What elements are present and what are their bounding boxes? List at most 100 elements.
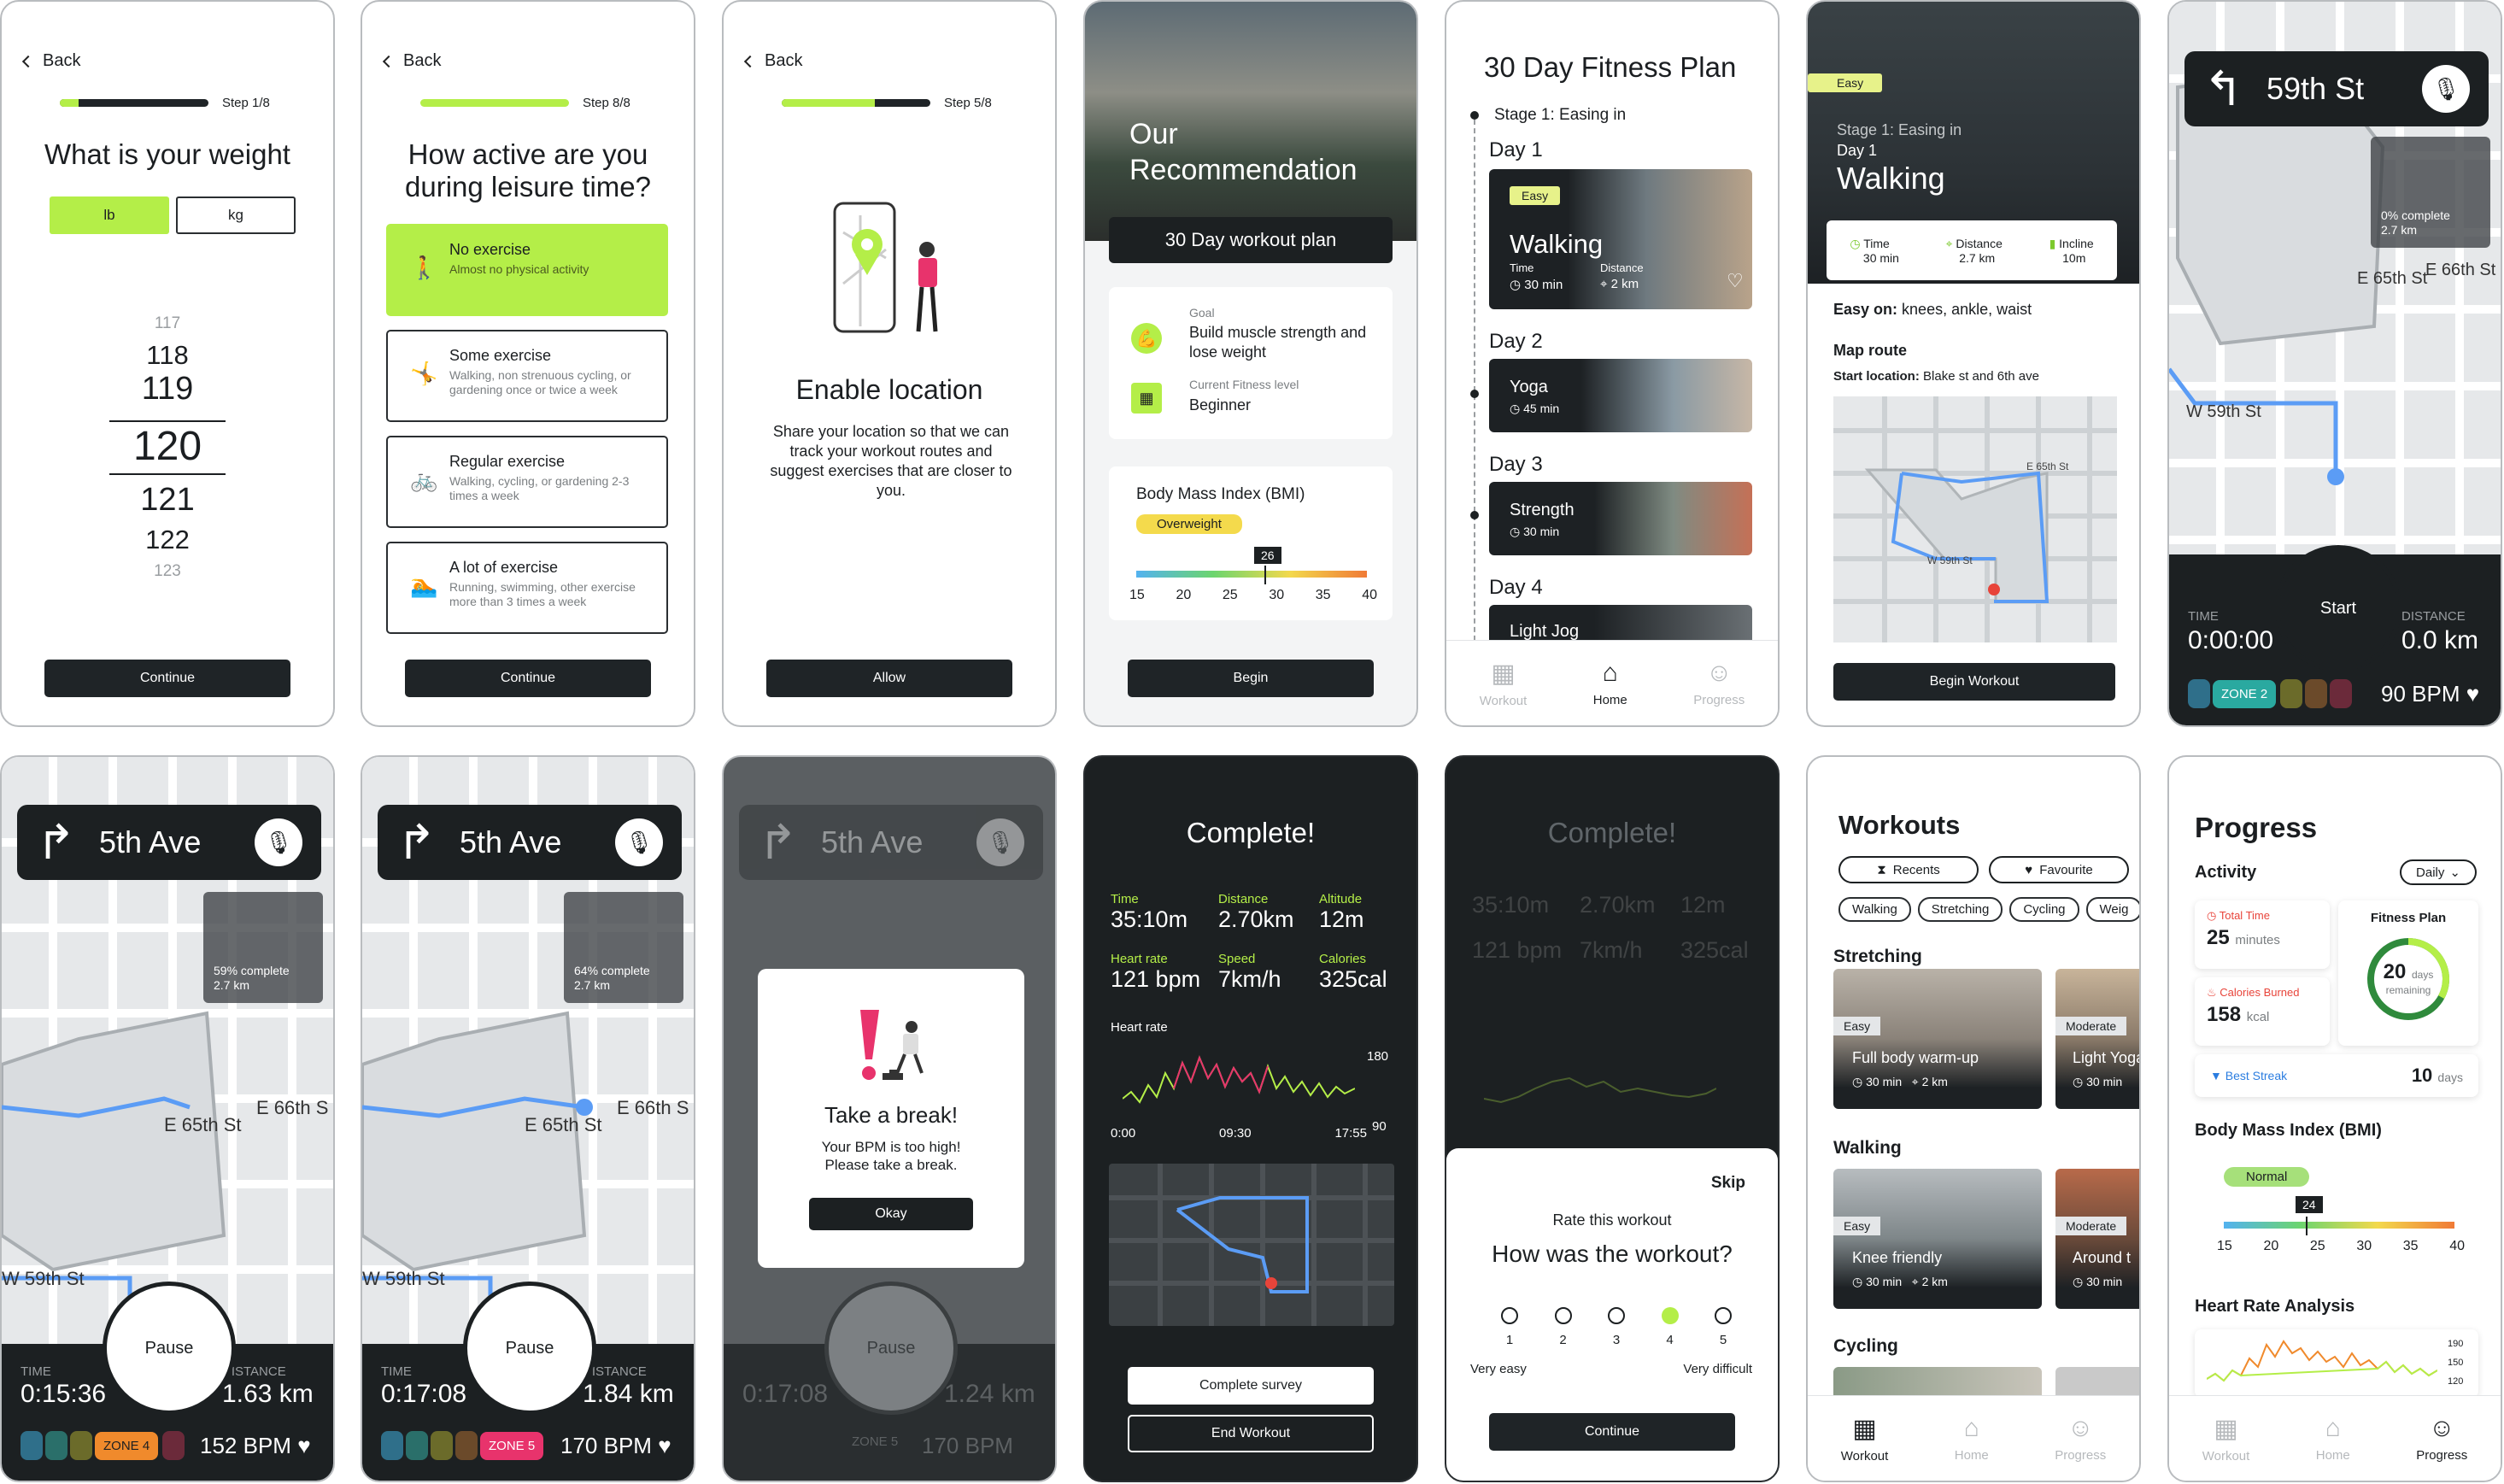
nav-instruction-card: ↱ 5th Ave 🎙 bbox=[17, 805, 321, 880]
continue-button[interactable]: Continue bbox=[405, 660, 651, 697]
workout-card[interactable]: Moderate Light Yoga ◷ 30 min bbox=[2055, 969, 2141, 1109]
day3-card[interactable]: Strength ◷ 30 min bbox=[1489, 482, 1752, 555]
hero-title-line1: Our bbox=[1129, 118, 1178, 150]
day2-card[interactable]: Yoga ◷ 45 min bbox=[1489, 359, 1752, 432]
end-workout-button[interactable]: End Workout bbox=[1128, 1415, 1374, 1452]
stat-speed: Speed 7km/h bbox=[1218, 952, 1281, 992]
pause-button[interactable]: Pause bbox=[463, 1282, 596, 1415]
option-lot-of-exercise[interactable]: 🏊 A lot of exercise Running, swimming, oth… bbox=[386, 542, 668, 634]
hr-axis: 190 150 120 bbox=[2448, 1339, 2464, 1387]
pause-button[interactable]: Pause bbox=[103, 1282, 236, 1415]
allow-button[interactable]: Allow bbox=[766, 660, 1012, 697]
tab-home[interactable]: ⌂ Home bbox=[1955, 1414, 1989, 1463]
stat-time: Time 35:10m bbox=[1111, 892, 1188, 932]
option-regular-exercise[interactable]: 🚲 Regular exercise Walking, cycling, or ga… bbox=[386, 436, 668, 528]
distance-value: 0.0 km bbox=[2401, 626, 2479, 654]
day1-card[interactable]: Easy Walking Time ◷ 30 min Distance ⌖ 2 … bbox=[1489, 169, 1752, 309]
back-button[interactable]: Back bbox=[743, 51, 802, 71]
unit-lb-button[interactable]: lb bbox=[50, 196, 169, 234]
screen-recommendation: Our Recommendation 30 Day workout plan 💪… bbox=[1083, 0, 1418, 727]
mic-icon: 🎙 bbox=[976, 818, 1024, 866]
progress-minimap[interactable]: 59% complete 2.7 km bbox=[203, 892, 323, 1003]
rating-option-selected[interactable]: 4 bbox=[1661, 1307, 1679, 1347]
weight-selected[interactable]: 120 bbox=[2, 423, 333, 470]
start-button[interactable]: Start bbox=[2275, 545, 2401, 672]
tab-progress[interactable]: ☺ Progress bbox=[2055, 1414, 2106, 1463]
route-map-dark[interactable] bbox=[1109, 1164, 1394, 1326]
tab-workout[interactable]: ▦ Workout bbox=[1480, 659, 1528, 708]
route-map[interactable]: E 65th St W 59th St bbox=[1833, 396, 2117, 642]
hero-title-line2: Recommendation bbox=[1129, 154, 1358, 186]
next-street: 5th Ave bbox=[460, 824, 562, 859]
rating-option[interactable]: 1 bbox=[1501, 1307, 1518, 1347]
chip-weights[interactable]: Weig bbox=[2085, 897, 2139, 922]
tab-home[interactable]: ⌂ Home bbox=[1593, 659, 1627, 707]
turn-left-icon: ↰ bbox=[2203, 62, 2243, 115]
complete-survey-button[interactable]: Complete survey bbox=[1128, 1367, 1374, 1405]
distance-value: 1.84 km bbox=[583, 1380, 674, 1408]
bmi-title: Body Mass Index (BMI) bbox=[2195, 1121, 2382, 1140]
rating-option[interactable]: 5 bbox=[1715, 1307, 1732, 1347]
hr-chart bbox=[2207, 1340, 2437, 1382]
bpm-value: 90 BPM ♥ bbox=[2381, 681, 2480, 707]
swim-icon: 🏊 bbox=[410, 572, 438, 598]
weight-option[interactable]: 123 bbox=[2, 562, 333, 581]
goal-card: 💪 Goal Build muscle strength and lose we… bbox=[1109, 287, 1393, 439]
mic-icon[interactable]: 🎙 bbox=[615, 818, 663, 866]
bmi-value-marker: 26 bbox=[1254, 547, 1281, 564]
chip-walking[interactable]: Walking bbox=[1838, 897, 1911, 922]
nav-instruction-card: ↰ 59th St 🎙 bbox=[2184, 51, 2489, 126]
workout-card[interactable]: Easy Full body warm-up ◷ 30 min ⌖ 2 km bbox=[1833, 969, 2042, 1109]
chip-stretching[interactable]: Stretching bbox=[1917, 897, 2003, 922]
progress-minimap[interactable]: 64% complete 2.7 km bbox=[564, 892, 683, 1003]
tab-workout[interactable]: ▦ Workout bbox=[1841, 1414, 1889, 1463]
timeline-dot bbox=[1470, 511, 1479, 519]
favourite-filter[interactable]: ♥ Favourite bbox=[1989, 856, 2129, 883]
option-no-exercise[interactable]: 🚶 No exercise Almost no physical activity bbox=[386, 224, 668, 316]
continue-button[interactable]: Continue bbox=[44, 660, 290, 697]
page-title: What is your weight bbox=[44, 138, 290, 170]
workout-time: ◷ 30 min bbox=[1510, 278, 1563, 292]
tab-progress[interactable]: ☺ Progress bbox=[2416, 1414, 2467, 1463]
period-select[interactable]: Daily ⌄ bbox=[2400, 859, 2477, 885]
elapsed-time: 0:15:36 bbox=[21, 1380, 107, 1408]
progress-bar bbox=[420, 99, 569, 107]
heart-icon: ♥ bbox=[658, 1433, 671, 1458]
chip-cycling[interactable]: Cycling bbox=[2009, 897, 2079, 922]
next-street: 5th Ave bbox=[99, 824, 202, 859]
option-some-exercise[interactable]: 🤸 Some exercise Walking, non strenuous cyc… bbox=[386, 330, 668, 422]
mic-icon[interactable]: 🎙 bbox=[255, 818, 302, 866]
calendar-icon: ▦ bbox=[2214, 1414, 2238, 1443]
heart-outline-icon[interactable]: ♡ bbox=[1727, 270, 1744, 292]
tab-workout[interactable]: ▦ Workout bbox=[2202, 1414, 2250, 1463]
workout-name: Light Yoga bbox=[2073, 1049, 2141, 1066]
rating-option[interactable]: 3 bbox=[1608, 1307, 1625, 1347]
back-button[interactable]: Back bbox=[21, 51, 80, 71]
workout-card[interactable]: Moderate Around t ◷ 30 min bbox=[2055, 1169, 2139, 1309]
continue-button[interactable]: Continue bbox=[1489, 1413, 1735, 1451]
screen-nav-start: E 65th St W 59th St E 66th St ↰ 59th St … bbox=[2167, 0, 2502, 727]
street-label: W 59th St bbox=[1927, 554, 1973, 566]
mic-icon[interactable]: 🎙 bbox=[2422, 65, 2470, 113]
weight-option[interactable]: 121 bbox=[2, 482, 333, 519]
begin-workout-button[interactable]: Begin Workout bbox=[1833, 663, 2115, 701]
skip-button[interactable]: Skip bbox=[1711, 1174, 1745, 1193]
weight-option[interactable]: 119 bbox=[2, 371, 333, 408]
tab-home[interactable]: ⌂ Home bbox=[2316, 1414, 2350, 1463]
distance-value: 1.63 km bbox=[222, 1380, 314, 1408]
weight-option[interactable]: 118 bbox=[2, 340, 333, 371]
day-label: Day 2 bbox=[1489, 330, 1543, 353]
tab-progress[interactable]: ☺ Progress bbox=[1693, 659, 1745, 707]
weight-option[interactable]: 117 bbox=[2, 314, 333, 333]
okay-button[interactable]: Okay bbox=[809, 1198, 973, 1230]
weight-option[interactable]: 122 bbox=[2, 525, 333, 555]
rating-option[interactable]: 2 bbox=[1554, 1307, 1572, 1347]
elapsed-time: 0:17:08 bbox=[381, 1380, 467, 1408]
recents-filter[interactable]: ⧗ Recents bbox=[1838, 856, 1979, 883]
unit-kg-button[interactable]: kg bbox=[176, 196, 296, 234]
begin-button[interactable]: Begin bbox=[1128, 660, 1374, 697]
user-icon: ☺ bbox=[2067, 1414, 2094, 1442]
workout-card[interactable]: Easy Knee friendly ◷ 30 min ⌖ 2 km bbox=[1833, 1169, 2042, 1309]
progress-minimap[interactable]: 0% complete 2.7 km bbox=[2371, 137, 2490, 248]
back-button[interactable]: Back bbox=[382, 51, 441, 71]
